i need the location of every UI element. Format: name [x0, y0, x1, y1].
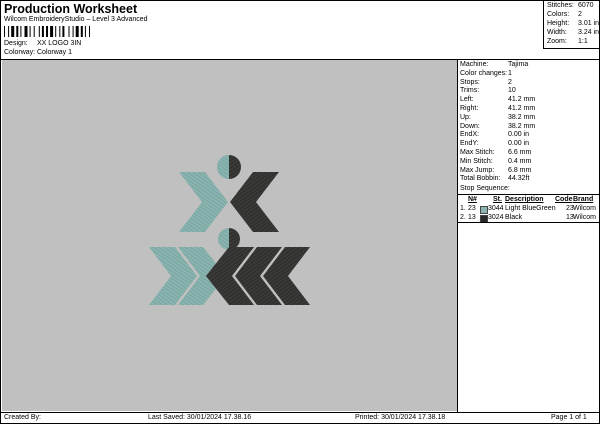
property-value: 2 [508, 78, 512, 86]
property-row: EndX: 0.00 in [460, 131, 529, 139]
col-brand: Brand [573, 196, 594, 203]
sequence-index: 2. [460, 213, 466, 221]
sequence-description: Light BlueGreen [505, 205, 556, 212]
properties-panel: Machine: Tajima Color changes: 1 Stops: 2 Trim… [457, 59, 600, 412]
property-label: Min Stitch: [460, 157, 493, 165]
stop-sequence-title: Stop Sequence: [460, 185, 510, 192]
property-row: Max Stitch: 6.6 mm [460, 149, 531, 156]
software-subtitle: Wilcom EmbroideryStudio – Level 3 Advanc… [4, 16, 148, 23]
stitches-row: Stitches: 6070 [547, 2, 594, 9]
stitches-label: Stitches: [547, 2, 574, 9]
property-label: Total Bobbin: [460, 175, 501, 183]
sequence-bottom-divider [458, 222, 600, 223]
property-value: Tajima [508, 61, 529, 68]
property-row: Machine: Tajima [460, 61, 528, 68]
property-value: 38.2 mm [508, 122, 536, 130]
sequence-brand: Wilcom [573, 205, 596, 212]
property-value: 6.6 mm [508, 149, 532, 156]
created-by: Created By: [4, 414, 41, 421]
property-label: EndY: [460, 140, 479, 148]
zoom-label: Zoom: [547, 38, 567, 45]
property-row: Up: 38.2 mm [460, 113, 535, 121]
page-title: Production Worksheet [4, 2, 138, 16]
height-value: 3.01 in [578, 20, 600, 27]
property-value: 0.4 mm [508, 157, 532, 165]
sequence-description: Black [505, 213, 523, 221]
property-row: Left: 41.2 mm [460, 96, 535, 104]
property-value: 44.32ft [508, 175, 530, 183]
sequence-st: 3044 [488, 205, 504, 212]
sequence-brand: Wilcom [573, 213, 596, 221]
embroidery-logo [149, 155, 310, 305]
summary-box: Stitches: 6070 Colors: 2 Height: 3.01 in Wi… [543, 0, 600, 49]
width-value: 3.24 in [578, 29, 600, 36]
col-description: Description [505, 196, 544, 203]
page-number: Page 1 of 1 [551, 414, 587, 421]
zoom-row: Zoom: 1:1 [547, 38, 588, 45]
barcode [4, 26, 90, 37]
col-n: N# [468, 196, 477, 203]
colorway-label: Colorway: [4, 49, 36, 56]
sequence-divider [458, 194, 600, 195]
colorway-value: Colorway 1 [37, 49, 73, 56]
property-label: Up: [460, 113, 471, 121]
property-label: Left: [460, 96, 474, 104]
property-label: Down: [460, 122, 480, 130]
zoom-value: 1:1 [578, 38, 588, 45]
property-row: Stops: 2 [460, 78, 512, 86]
property-label: Stops: [460, 78, 480, 86]
property-row: Color changes: 1 [460, 69, 512, 77]
property-label: Color changes: [460, 69, 508, 77]
sequence-n: 23 [468, 205, 476, 212]
top-right-chevron [230, 172, 279, 232]
property-label: Right: [460, 105, 479, 112]
colors-value: 2 [578, 11, 582, 18]
design-preview [2, 60, 457, 411]
property-label: EndX: [460, 131, 480, 139]
property-label: Trims: [460, 87, 480, 95]
property-row: Min Stitch: 0.4 mm [460, 157, 531, 165]
bottom-head-circle [218, 228, 240, 250]
property-value: 41.2 mm [508, 105, 536, 112]
property-row: Right: 41.2 mm [460, 105, 535, 112]
property-value: 0.00 in [508, 140, 530, 148]
design-label: Design: [4, 40, 28, 47]
property-value: 10 [508, 87, 516, 95]
col-st: St. [493, 196, 502, 203]
sequence-n: 13 [468, 213, 476, 221]
printed-date: Printed: 30/01/2024 17.38.18 [355, 414, 446, 421]
design-row: Design: XX LOGO 3IN [4, 40, 81, 47]
property-row: Total Bobbin: 44.32ft [460, 175, 529, 183]
top-left-chevron [179, 172, 228, 232]
colors-label: Colors: [547, 11, 570, 18]
sequence-index: 1. [460, 205, 466, 212]
property-value: 41.2 mm [508, 96, 536, 104]
property-row: Max Jump: 6.8 mm [460, 166, 531, 174]
width-label: Width: [547, 29, 567, 36]
property-value: 38.2 mm [508, 113, 536, 121]
thread-swatch [480, 206, 488, 214]
colors-row: Colors: 2 [547, 11, 582, 18]
property-row: Down: 38.2 mm [460, 122, 535, 130]
bottom-right-chevrons [206, 247, 310, 305]
stitches-value: 6070 [578, 2, 594, 9]
property-value: 1 [508, 69, 512, 77]
height-row: Height: 3.01 in [547, 20, 599, 27]
sequence-st: 3024 [488, 213, 504, 221]
property-row: EndY: 0.00 in [460, 140, 529, 148]
property-value: 0.00 in [508, 131, 530, 139]
design-value: XX LOGO 3IN [37, 40, 82, 47]
footer: Created By: Last Saved: 30/01/2024 17.38… [0, 412, 600, 424]
height-label: Height: [547, 20, 570, 27]
last-saved: Last Saved: 30/01/2024 17.38.16 [148, 414, 252, 421]
col-code: Code [555, 196, 573, 203]
property-label: Max Jump: [460, 166, 495, 174]
property-value: 6.8 mm [508, 166, 532, 174]
property-label: Machine: [460, 61, 489, 68]
property-row: Trims: 10 [460, 87, 516, 95]
property-label: Max Stitch: [460, 149, 495, 156]
top-head-circle [217, 155, 241, 179]
colorway-row: Colorway: Colorway 1 [4, 49, 72, 56]
width-row: Width: 3.24 in [547, 29, 599, 36]
